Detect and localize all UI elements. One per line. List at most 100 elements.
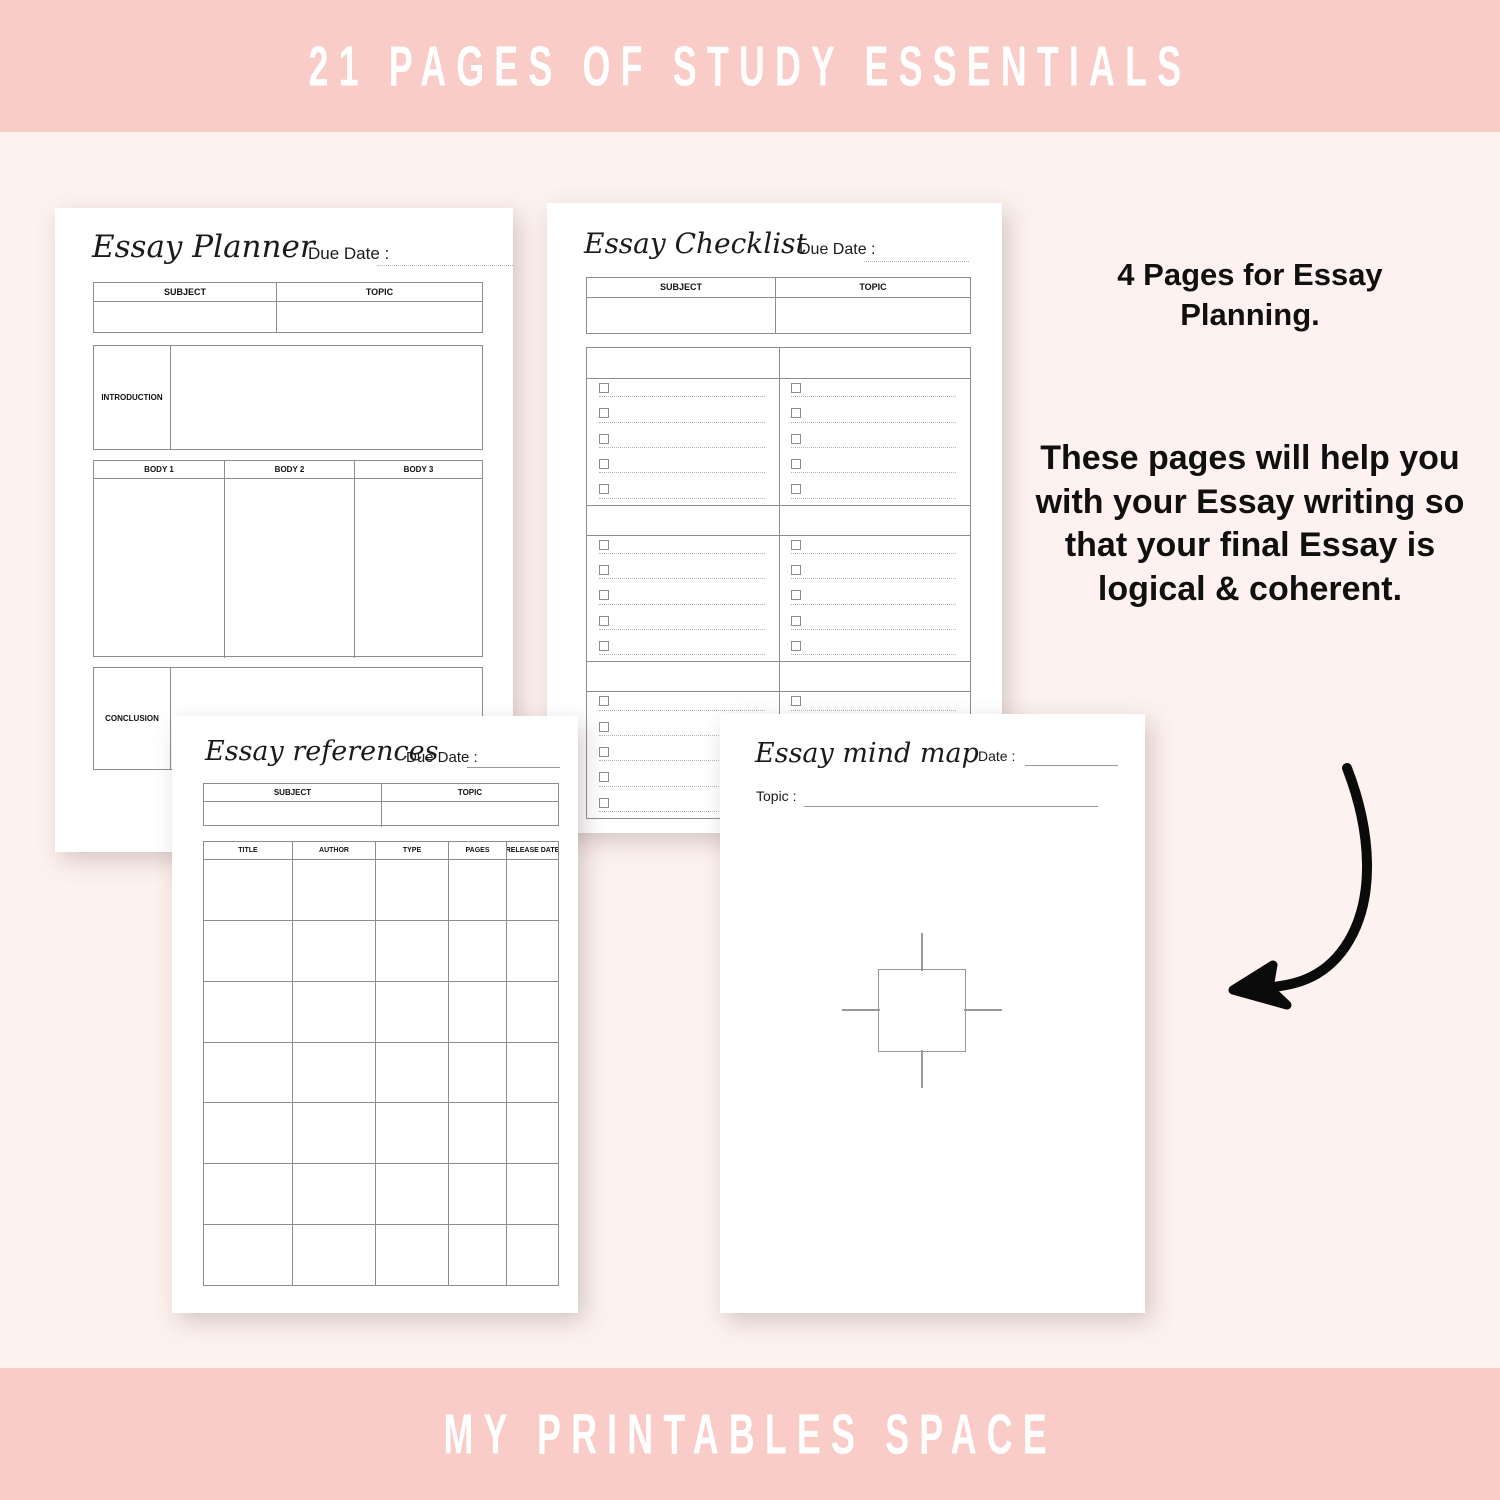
checklist-item[interactable] xyxy=(779,560,970,585)
essay-references-due-date-input[interactable] xyxy=(467,767,560,768)
essay-mind-map-date-input[interactable] xyxy=(1025,765,1118,766)
empty-checkbox-icon[interactable] xyxy=(599,797,609,808)
checklist-item[interactable] xyxy=(779,611,970,636)
table-cell-release-date[interactable] xyxy=(506,1103,558,1164)
checklist-item[interactable] xyxy=(587,479,779,504)
table-cell-author[interactable] xyxy=(292,1164,375,1225)
empty-checkbox-icon[interactable] xyxy=(599,641,609,651)
input-cell-subject[interactable] xyxy=(587,298,775,334)
table-cell-title[interactable] xyxy=(204,1225,292,1285)
essay-mind-map-page[interactable]: Essay mind map Date : Topic : xyxy=(720,714,1145,1313)
checklist-item[interactable] xyxy=(587,636,779,661)
empty-checkbox-icon[interactable] xyxy=(599,696,609,707)
table-cell-type[interactable] xyxy=(375,1225,448,1285)
input-cell-subject[interactable] xyxy=(204,802,381,827)
checklist-item-write-line[interactable] xyxy=(599,472,765,474)
input-cell-topic[interactable] xyxy=(381,802,558,827)
table-cell-pages[interactable] xyxy=(448,1103,506,1164)
checklist-item[interactable] xyxy=(587,378,779,403)
checklist-item[interactable] xyxy=(587,585,779,610)
checklist-item-write-line[interactable] xyxy=(599,603,765,605)
empty-checkbox-icon[interactable] xyxy=(791,484,801,495)
checklist-item[interactable] xyxy=(779,479,970,504)
checklist-item-write-line[interactable] xyxy=(599,552,765,554)
checklist-item-write-line[interactable] xyxy=(791,472,956,474)
checklist-item[interactable] xyxy=(779,429,970,454)
empty-checkbox-icon[interactable] xyxy=(599,590,609,601)
table-cell-release-date[interactable] xyxy=(506,1225,558,1285)
checklist-item[interactable] xyxy=(587,560,779,585)
table-cell-pages[interactable] xyxy=(448,981,506,1042)
input-cell-topic[interactable] xyxy=(775,298,970,334)
essay-planner-due-date-input[interactable] xyxy=(377,265,513,266)
essay-references-page[interactable]: Essay references Due Date : SUBJECT TOPI… xyxy=(172,716,578,1313)
checklist-item[interactable] xyxy=(779,636,970,661)
essay-checklist-due-date-input[interactable] xyxy=(864,261,969,262)
table-cell-pages[interactable] xyxy=(448,1164,506,1225)
table-cell-pages[interactable] xyxy=(448,1225,506,1285)
table-cell-author[interactable] xyxy=(292,860,375,920)
checklist-item[interactable] xyxy=(587,691,779,716)
empty-checkbox-icon[interactable] xyxy=(791,590,801,601)
table-cell-author[interactable] xyxy=(292,1225,375,1285)
input-cell-body-2[interactable] xyxy=(224,479,354,658)
table-cell-release-date[interactable] xyxy=(506,1164,558,1225)
input-cell-body-1[interactable] xyxy=(94,479,224,658)
input-cell-body-3[interactable] xyxy=(354,479,482,658)
empty-checkbox-icon[interactable] xyxy=(599,772,609,783)
empty-checkbox-icon[interactable] xyxy=(599,721,609,732)
checklist-item[interactable] xyxy=(779,403,970,428)
table-cell-type[interactable] xyxy=(375,1164,448,1225)
checklist-item[interactable] xyxy=(779,378,970,403)
empty-checkbox-icon[interactable] xyxy=(599,433,609,444)
checklist-item-write-line[interactable] xyxy=(599,654,765,656)
checklist-item-write-line[interactable] xyxy=(791,578,956,580)
checklist-item-write-line[interactable] xyxy=(791,396,956,398)
table-cell-release-date[interactable] xyxy=(506,1042,558,1103)
checklist-item-write-line[interactable] xyxy=(599,497,765,499)
table-cell-type[interactable] xyxy=(375,1042,448,1103)
input-cell-subject[interactable] xyxy=(94,302,276,333)
checklist-item[interactable] xyxy=(587,535,779,560)
table-cell-type[interactable] xyxy=(375,1103,448,1164)
empty-checkbox-icon[interactable] xyxy=(599,747,609,757)
empty-checkbox-icon[interactable] xyxy=(791,641,801,651)
checklist-item-write-line[interactable] xyxy=(599,421,765,423)
table-cell-author[interactable] xyxy=(292,981,375,1042)
table-cell-title[interactable] xyxy=(204,982,292,1042)
checklist-item-write-line[interactable] xyxy=(791,628,956,630)
table-row[interactable] xyxy=(204,859,558,920)
empty-checkbox-icon[interactable] xyxy=(599,615,609,626)
table-cell-release-date[interactable] xyxy=(506,860,558,920)
input-cell-topic[interactable] xyxy=(276,302,482,333)
checklist-item-write-line[interactable] xyxy=(599,446,765,448)
empty-checkbox-icon[interactable] xyxy=(791,383,801,393)
checklist-item[interactable] xyxy=(779,691,970,716)
input-cell-introduction[interactable] xyxy=(170,346,482,449)
checklist-item[interactable] xyxy=(587,429,779,454)
empty-checkbox-icon[interactable] xyxy=(791,433,801,444)
checklist-item[interactable] xyxy=(587,611,779,636)
empty-checkbox-icon[interactable] xyxy=(599,383,609,393)
table-cell-pages[interactable] xyxy=(448,920,506,981)
table-cell-title[interactable] xyxy=(204,1164,292,1224)
empty-checkbox-icon[interactable] xyxy=(791,696,801,707)
checklist-item-write-line[interactable] xyxy=(791,497,956,499)
table-cell-pages[interactable] xyxy=(448,860,506,920)
essay-mind-map-topic-input[interactable] xyxy=(804,806,1098,807)
table-cell-release-date[interactable] xyxy=(506,920,558,981)
checklist-item[interactable] xyxy=(779,585,970,610)
empty-checkbox-icon[interactable] xyxy=(599,408,609,419)
table-row[interactable] xyxy=(204,980,558,1042)
checklist-item-write-line[interactable] xyxy=(791,552,956,554)
checklist-item-write-line[interactable] xyxy=(791,446,956,448)
empty-checkbox-icon[interactable] xyxy=(599,459,609,469)
empty-checkbox-icon[interactable] xyxy=(791,408,801,419)
table-cell-title[interactable] xyxy=(204,921,292,981)
checklist-item-write-line[interactable] xyxy=(599,628,765,630)
table-cell-author[interactable] xyxy=(292,1042,375,1103)
table-row[interactable] xyxy=(204,1163,558,1225)
checklist-item[interactable] xyxy=(587,403,779,428)
table-cell-title[interactable] xyxy=(204,1043,292,1103)
table-cell-title[interactable] xyxy=(204,1103,292,1163)
